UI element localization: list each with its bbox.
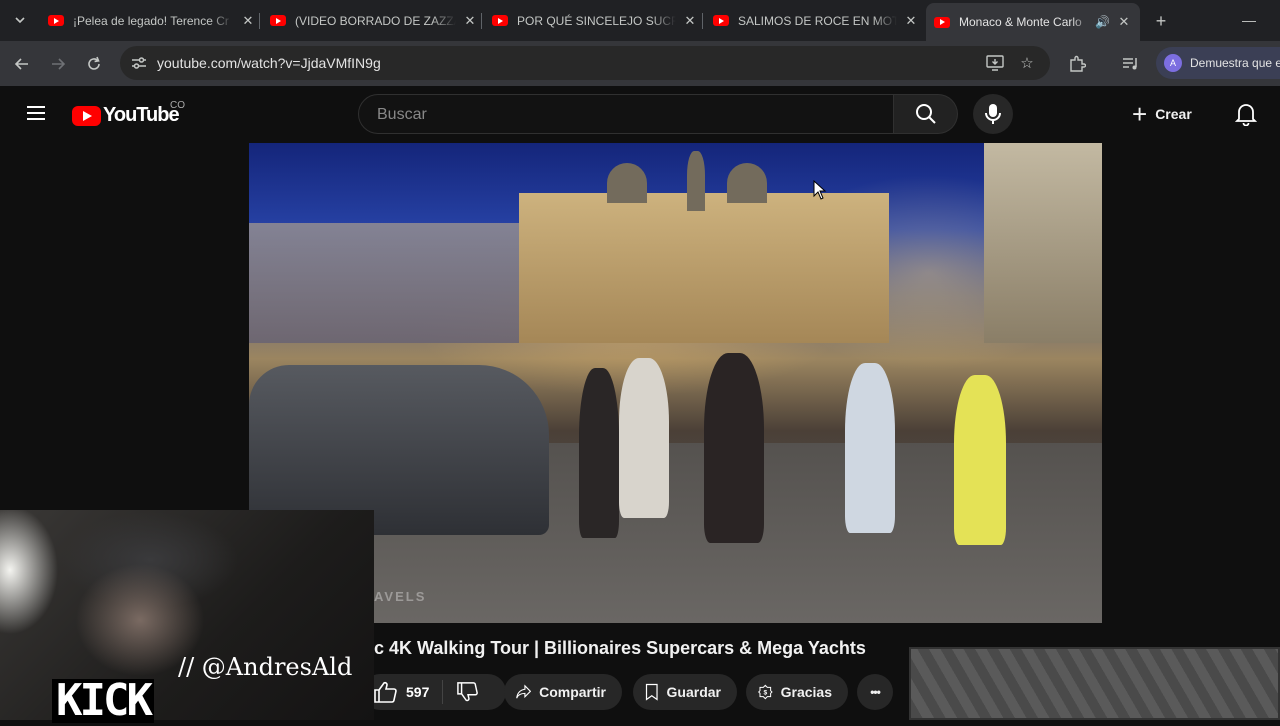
search-box[interactable] xyxy=(358,94,894,134)
youtube-favicon-icon xyxy=(270,15,286,26)
thanks-button[interactable]: $ Gracias xyxy=(746,674,848,710)
tab-separator xyxy=(481,13,482,29)
extensions-puzzle-icon[interactable] xyxy=(1066,53,1088,75)
browser-tab[interactable]: (VIDEO BORRADO DE ZAZZA ✕ xyxy=(270,6,478,35)
voice-search-button[interactable] xyxy=(973,94,1013,134)
save-label: Guardar xyxy=(666,684,721,700)
like-button[interactable]: 597 xyxy=(374,681,429,703)
menu-hamburger-icon[interactable] xyxy=(24,102,48,126)
streamer-handle: // @AndresAld xyxy=(178,653,353,681)
tab-separator xyxy=(702,13,703,29)
svg-text:$: $ xyxy=(763,690,767,697)
search-icon xyxy=(915,104,936,124)
video-scene-dome xyxy=(607,163,647,203)
sidebar-placeholder xyxy=(909,647,1280,720)
forward-arrow-icon[interactable] xyxy=(47,53,69,75)
reload-icon[interactable] xyxy=(83,53,105,75)
youtube-favicon-icon xyxy=(492,15,508,26)
browser-toolbar: youtube.com/watch?v=JjdaVMfIN9g ☆ A Demu… xyxy=(0,41,1280,86)
video-scene-tower xyxy=(687,151,705,211)
share-label: Compartir xyxy=(539,684,606,700)
video-scene-person xyxy=(579,368,619,538)
tab-title: (VIDEO BORRADO DE ZAZZA xyxy=(295,13,456,28)
youtube-play-logo-icon xyxy=(72,105,101,126)
plus-icon: + xyxy=(1132,99,1148,129)
bookmark-star-icon[interactable]: ☆ xyxy=(1018,54,1036,72)
browser-tab-active[interactable]: Monaco & Monte Carlo 🔊 ✕ xyxy=(926,3,1140,41)
bookmark-icon xyxy=(645,683,658,701)
thumbs-down-icon xyxy=(457,682,478,702)
video-scene-dome xyxy=(727,163,767,203)
share-button[interactable]: Compartir xyxy=(504,674,622,710)
tab-title: POR QUÉ SINCELEJO SUCRE xyxy=(517,13,676,28)
more-actions-button[interactable]: ••• xyxy=(857,674,893,710)
search-button[interactable] xyxy=(894,94,958,134)
kick-logo: KICK xyxy=(52,679,154,723)
browser-tab[interactable]: ¡Pelea de legado! Terence Cr ✕ xyxy=(48,6,256,35)
profile-label: Demuestra que e xyxy=(1190,56,1280,70)
media-controls-icon[interactable] xyxy=(1120,53,1142,75)
notifications-bell-icon[interactable] xyxy=(1234,102,1258,126)
minimize-window-icon[interactable]: — xyxy=(1242,12,1258,28)
browser-tab[interactable]: SALIMOS DE ROCE EN MOTO ✕ xyxy=(713,6,919,35)
tab-title: SALIMOS DE ROCE EN MOTO xyxy=(738,13,897,28)
video-scene-hotel xyxy=(984,143,1102,343)
video-scene-casino xyxy=(519,193,889,343)
tab-title: ¡Pelea de legado! Terence Cr xyxy=(73,13,229,28)
video-scene-building xyxy=(249,223,529,343)
youtube-logo[interactable]: YouTube CO xyxy=(72,100,185,127)
video-scene-person xyxy=(845,363,895,533)
tab-close-icon[interactable]: ✕ xyxy=(682,13,698,29)
mouse-cursor-icon xyxy=(813,180,827,200)
tab-title: Monaco & Monte Carlo xyxy=(959,15,1082,29)
save-button[interactable]: Guardar xyxy=(633,674,737,710)
browser-tab-strip: ¡Pelea de legado! Terence Cr ✕ (VIDEO BO… xyxy=(0,0,1280,41)
tab-separator xyxy=(259,13,260,29)
dislike-button[interactable] xyxy=(457,681,479,703)
country-code: CO xyxy=(170,100,185,111)
video-scene-person xyxy=(954,375,1006,545)
microphone-icon xyxy=(985,104,1001,124)
site-info-icon[interactable] xyxy=(130,54,148,72)
share-arrow-icon xyxy=(516,684,532,699)
tab-close-icon[interactable]: ✕ xyxy=(240,13,256,29)
install-app-icon[interactable] xyxy=(986,54,1004,72)
thumbs-up-icon xyxy=(374,681,397,703)
tab-close-icon[interactable]: ✕ xyxy=(462,13,478,29)
profile-avatar: A xyxy=(1164,54,1182,72)
browser-tab[interactable]: POR QUÉ SINCELEJO SUCRE ✕ xyxy=(492,6,698,35)
like-separator xyxy=(442,680,443,704)
tab-close-icon[interactable]: ✕ xyxy=(1116,14,1132,30)
youtube-favicon-icon xyxy=(48,15,64,26)
new-tab-button[interactable]: + xyxy=(1150,10,1172,32)
youtube-favicon-icon xyxy=(713,15,729,26)
like-count: 597 xyxy=(406,684,430,700)
create-button[interactable]: + Crear xyxy=(1132,94,1192,134)
create-label: Crear xyxy=(1155,106,1192,122)
video-scene-person xyxy=(704,353,764,543)
like-dislike-group: 597 xyxy=(362,674,506,710)
youtube-header: YouTube CO + Crear xyxy=(0,86,1280,143)
video-watermark: AVELS xyxy=(374,589,427,604)
thanks-label: Gracias xyxy=(780,684,832,700)
video-player[interactable]: AVELS xyxy=(249,143,1102,623)
url-text[interactable]: youtube.com/watch?v=JjdaVMfIN9g xyxy=(157,55,381,71)
video-scene-person xyxy=(619,358,669,518)
profile-chip[interactable]: A Demuestra que e xyxy=(1156,47,1280,79)
video-title: c 4K Walking Tour | Billionaires Superca… xyxy=(374,638,866,658)
more-dots-icon: ••• xyxy=(870,685,881,699)
search-input[interactable] xyxy=(375,104,879,126)
tab-search-chevron-icon[interactable] xyxy=(8,8,32,32)
super-thanks-icon: $ xyxy=(758,684,773,700)
youtube-favicon-icon xyxy=(934,16,950,28)
speaker-icon[interactable]: 🔊 xyxy=(1095,15,1110,29)
tab-close-icon[interactable]: ✕ xyxy=(903,13,919,29)
back-arrow-icon[interactable] xyxy=(11,53,33,75)
address-bar[interactable]: youtube.com/watch?v=JjdaVMfIN9g ☆ xyxy=(120,46,1050,80)
youtube-logo-text: YouTube xyxy=(103,104,180,126)
